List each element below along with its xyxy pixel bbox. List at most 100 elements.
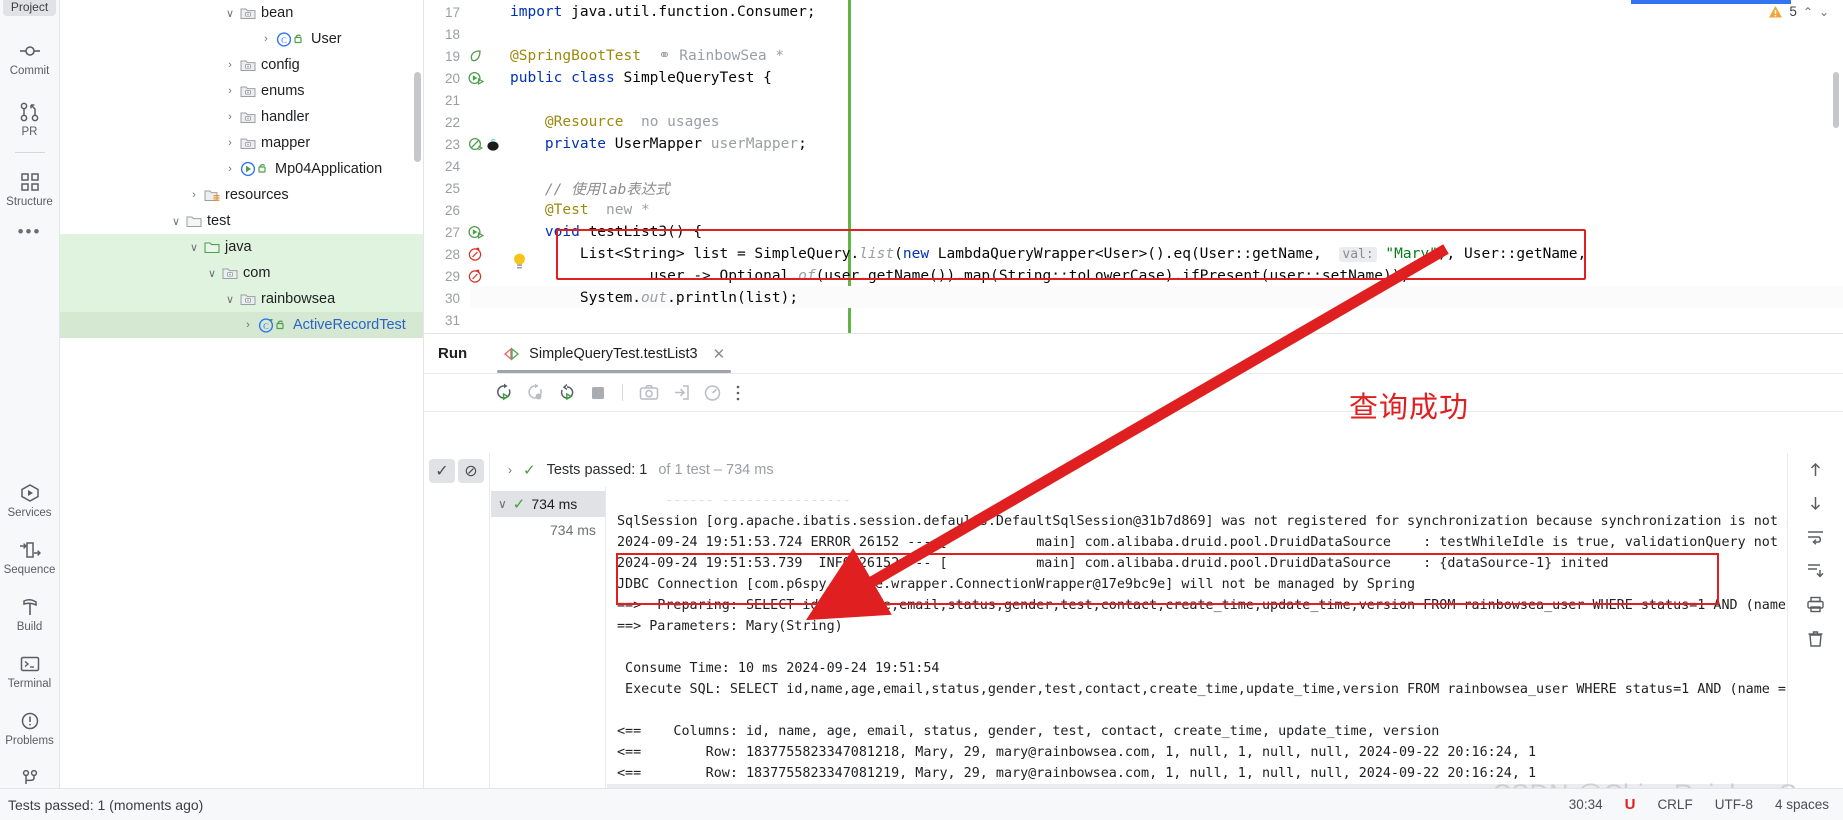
- scroll-up-icon[interactable]: [1807, 461, 1824, 478]
- print-icon[interactable]: [1806, 596, 1825, 613]
- code-line[interactable]: 19@SpringBootTest ⚭ RainbowSea *: [424, 45, 1843, 67]
- tree-item-test[interactable]: ∨test: [60, 208, 423, 234]
- encoding-warning-icon[interactable]: U: [1625, 796, 1636, 813]
- stop-icon[interactable]: [590, 385, 606, 401]
- indent-setting[interactable]: 4 spaces: [1775, 797, 1829, 812]
- run-test-icon[interactable]: [468, 225, 485, 240]
- code-line[interactable]: 29 user -> Optional.of(user.getName()).m…: [424, 265, 1843, 287]
- tree-item-bean[interactable]: ∨ bean: [60, 0, 423, 26]
- rail-item-pr[interactable]: PR: [1, 95, 59, 142]
- gutter-marks[interactable]: [464, 137, 510, 152]
- tree-item-mapper[interactable]: ›mapper: [60, 130, 423, 156]
- chevron-right-icon[interactable]: ›: [258, 33, 274, 45]
- chevron-right-icon[interactable]: ›: [240, 319, 256, 331]
- code-line[interactable]: 23 private UserMapper userMapper;: [424, 133, 1843, 155]
- rerun-icon[interactable]: [494, 383, 513, 402]
- tree-item-config[interactable]: ›config: [60, 52, 423, 78]
- tree-item-rainbowsea[interactable]: ∨rainbowsea: [60, 286, 423, 312]
- tree-item-label: bean: [261, 5, 293, 21]
- chevron-down-icon[interactable]: ∨: [498, 497, 507, 511]
- chevron-right-icon[interactable]: ›: [222, 111, 238, 123]
- warn-icon[interactable]: [468, 269, 482, 284]
- run-tab[interactable]: SimpleQueryTest.testList3 ✕: [497, 334, 731, 374]
- soft-wrap-icon[interactable]: [1806, 529, 1825, 545]
- rail-item-structure[interactable]: Structure: [1, 165, 59, 212]
- chevron-up-icon[interactable]: ⌃: [1803, 5, 1813, 19]
- warn-icon[interactable]: [468, 247, 482, 262]
- code-line[interactable]: 22 @Resource no usages: [424, 111, 1843, 133]
- code-line[interactable]: 25 // 使用lab表达式: [424, 177, 1843, 199]
- chevron-down-icon[interactable]: ∨: [222, 7, 238, 20]
- chevron-right-icon[interactable]: ›: [222, 163, 238, 175]
- line-separator[interactable]: CRLF: [1657, 797, 1692, 812]
- code-editor[interactable]: 5 ⌃ ⌄ 17import java.util.function.Consum…: [424, 0, 1843, 333]
- tree-item-activerecordtest[interactable]: ›CActiveRecordTest: [60, 312, 423, 338]
- no-usage-icon[interactable]: [468, 137, 483, 152]
- chevron-right-icon[interactable]: ›: [186, 189, 202, 201]
- profiler-icon[interactable]: [703, 384, 722, 402]
- spring-leaf-icon[interactable]: [468, 49, 483, 64]
- screenshot-icon[interactable]: [639, 384, 659, 401]
- code-line[interactable]: 20public class SimpleQueryTest {: [424, 67, 1843, 89]
- scroll-to-end-icon[interactable]: [1806, 562, 1825, 579]
- rail-item-terminal[interactable]: Terminal: [1, 647, 59, 694]
- file-encoding[interactable]: UTF-8: [1715, 797, 1753, 812]
- tests-tree-row[interactable]: 734 ms: [491, 517, 605, 543]
- rail-item-sequence[interactable]: Sequence: [1, 533, 59, 580]
- code-line[interactable]: 21: [424, 89, 1843, 111]
- code-line[interactable]: 28 List<String> list = SimpleQuery.list(…: [424, 243, 1843, 265]
- code-line[interactable]: 17import java.util.function.Consumer;: [424, 1, 1843, 23]
- console-output[interactable]: ------ ----------------SqlSession [org.a…: [607, 487, 1787, 788]
- more-options-icon[interactable]: [735, 384, 741, 402]
- gutter-marks[interactable]: [464, 71, 510, 86]
- export-icon[interactable]: [672, 384, 690, 401]
- chevron-right-icon[interactable]: ›: [222, 85, 238, 97]
- gutter-marks[interactable]: [464, 225, 510, 240]
- code-line[interactable]: 26 @Test new *: [424, 199, 1843, 221]
- gutter-marks[interactable]: [464, 49, 510, 64]
- chevron-down-icon[interactable]: ∨: [222, 293, 238, 306]
- rail-item-project[interactable]: Project: [1, 0, 59, 20]
- code-line[interactable]: 27 void testList3() {: [424, 221, 1843, 243]
- bean-icon[interactable]: [485, 137, 501, 152]
- rail-more-button[interactable]: •••: [18, 212, 42, 252]
- tree-item-java[interactable]: ∨java: [60, 234, 423, 260]
- clear-all-icon[interactable]: [1807, 630, 1824, 648]
- tree-item-com[interactable]: ∨com: [60, 260, 423, 286]
- chevron-right-icon[interactable]: ›: [222, 59, 238, 71]
- console-line: [607, 700, 1787, 721]
- chevron-down-icon[interactable]: ⌄: [1819, 5, 1829, 19]
- caret-position[interactable]: 30:34: [1569, 797, 1603, 812]
- project-scrollbar[interactable]: [414, 72, 421, 162]
- tree-item-enums[interactable]: ›enums: [60, 78, 423, 104]
- run-test-icon[interactable]: [468, 71, 485, 86]
- rail-item-problems[interactable]: Problems: [1, 704, 59, 751]
- chevron-down-icon[interactable]: ∨: [168, 215, 184, 228]
- tree-item-handler[interactable]: ›handler: [60, 104, 423, 130]
- rail-item-services[interactable]: Services: [1, 476, 59, 523]
- tree-item-resources[interactable]: ›resources: [60, 182, 423, 208]
- chevron-right-icon[interactable]: ›: [222, 137, 238, 149]
- rerun-failed-icon[interactable]: [526, 383, 545, 402]
- rail-item-build[interactable]: Build: [1, 590, 59, 637]
- code-line[interactable]: 24: [424, 155, 1843, 177]
- tests-tree-row[interactable]: ∨ ✓ 734 ms: [491, 491, 605, 517]
- chevron-down-icon[interactable]: ∨: [186, 241, 202, 254]
- rerun-auto-icon[interactable]: [558, 383, 577, 402]
- tree-item-mp04application[interactable]: ›Mp04Application: [60, 156, 423, 182]
- tree-item-user[interactable]: ›CUser: [60, 26, 423, 52]
- gutter-marks[interactable]: [464, 269, 510, 284]
- close-icon[interactable]: ✕: [713, 345, 726, 363]
- rail-item-commit[interactable]: Commit: [1, 34, 59, 81]
- resources-icon: [202, 188, 222, 202]
- intention-bulb-icon[interactable]: [512, 252, 527, 272]
- code-line[interactable]: 30 System.out.println(list);: [424, 287, 1843, 309]
- gutter-marks[interactable]: [464, 247, 510, 262]
- code-line[interactable]: 18: [424, 23, 1843, 45]
- chevron-down-icon[interactable]: ∨: [204, 267, 220, 280]
- scroll-down-icon[interactable]: [1807, 495, 1824, 512]
- console-line: 2024-09-24 19:51:53.739 INFO 26152 --- […: [607, 553, 1787, 574]
- expand-arrow-icon[interactable]: ›: [508, 463, 512, 477]
- code-line[interactable]: 31: [424, 309, 1843, 331]
- inspection-widget[interactable]: 5 ⌃ ⌄: [1768, 4, 1829, 19]
